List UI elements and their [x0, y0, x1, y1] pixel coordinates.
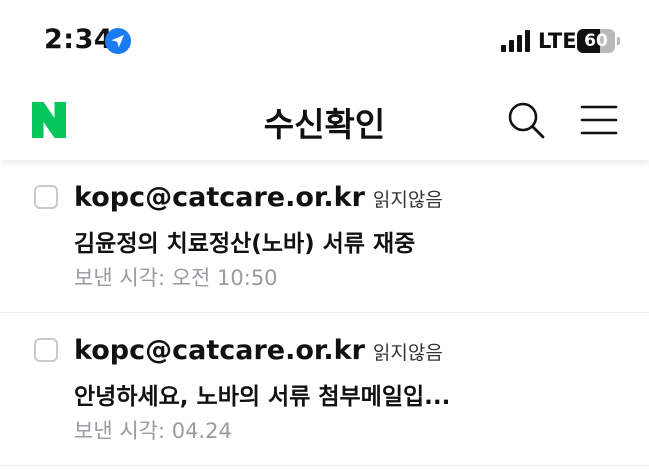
status-time: 2:34: [44, 24, 114, 55]
page-title: 수신확인: [263, 105, 386, 144]
read-status: 읽지않음: [372, 189, 443, 211]
mail-list: kopc@catcare.or.kr 읽지않음 김윤정의 치료정산(노바) 서류 …: [0, 160, 649, 466]
mail-subject: 김윤정의 치료정산(노바) 서류 재중: [74, 231, 416, 257]
status-bar: 2:34 LTE 60: [0, 0, 649, 80]
battery-icon: 60: [577, 29, 621, 53]
battery-percent: 60: [584, 31, 608, 51]
mail-sent-time: 보낸 시각: 04.24: [74, 419, 232, 443]
app-header: 수신확인: [0, 80, 649, 160]
cellular-signal-icon: [501, 30, 530, 52]
location-arrow-icon: [105, 28, 131, 54]
mail-sender: kopc@catcare.or.kr: [74, 182, 365, 213]
sender-row: kopc@catcare.or.kr 읽지않음: [74, 182, 443, 213]
mail-sent-time: 보낸 시각: 오전 10:50: [74, 266, 278, 290]
sender-row: kopc@catcare.or.kr 읽지않음: [74, 335, 443, 366]
mail-list-item[interactable]: kopc@catcare.or.kr 읽지않음 김윤정의 치료정산(노바) 서류 …: [0, 160, 649, 313]
screen: 2:34 LTE 60 수신확인 kopc@catcare.or.kr 읽지않음…: [0, 0, 649, 469]
mail-list-item[interactable]: kopc@catcare.or.kr 읽지않음 안녕하세요, 노바의 서류 첨부메…: [0, 313, 649, 466]
mail-checkbox[interactable]: [34, 185, 58, 209]
search-icon[interactable]: [506, 100, 546, 140]
mail-sender: kopc@catcare.or.kr: [74, 335, 365, 366]
hamburger-menu-icon[interactable]: [580, 102, 618, 138]
mail-checkbox[interactable]: [34, 338, 58, 362]
network-type: LTE: [538, 29, 577, 53]
read-status: 읽지않음: [372, 342, 443, 364]
mail-subject: 안녕하세요, 노바의 서류 첨부메일입...: [74, 384, 451, 410]
